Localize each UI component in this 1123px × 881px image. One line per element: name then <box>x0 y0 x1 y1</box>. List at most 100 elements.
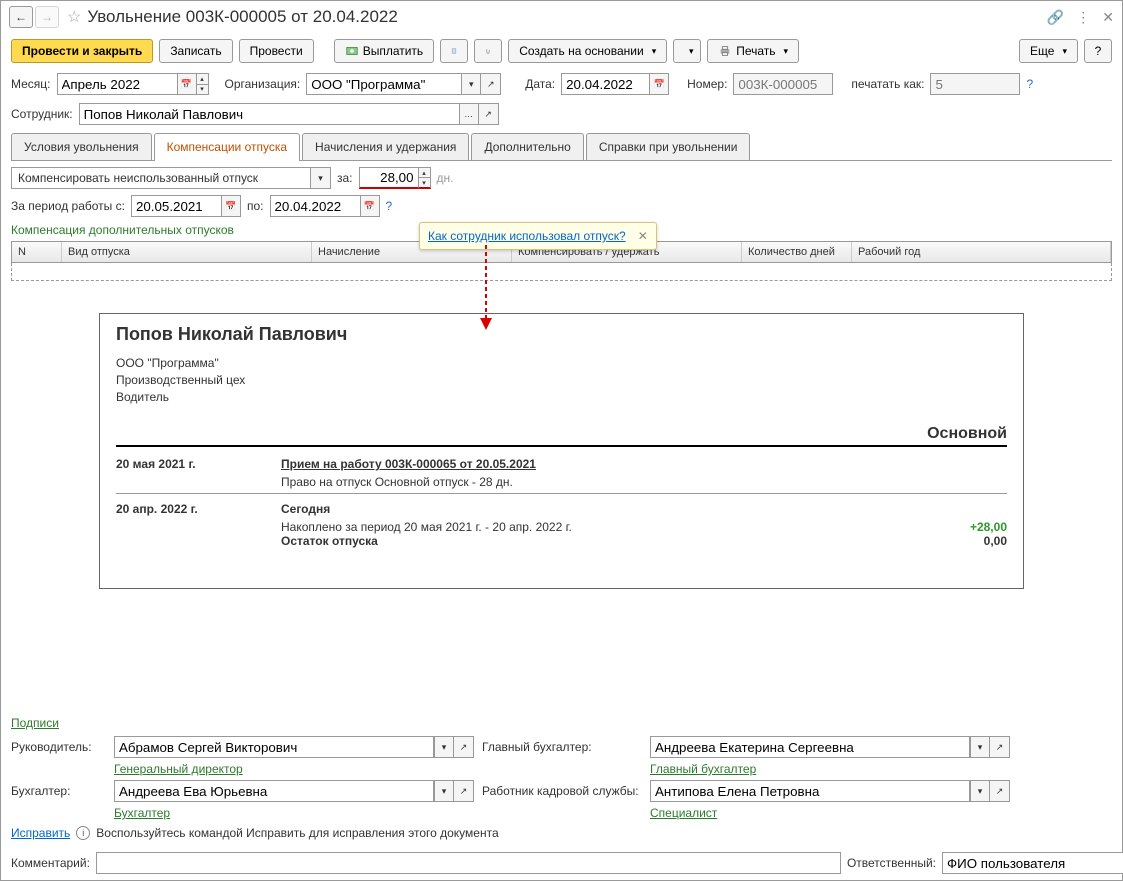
period-from-label: За период работы с: <box>11 199 125 213</box>
kebab-menu-icon[interactable]: ⋮ <box>1076 9 1090 26</box>
tooltip-close-icon[interactable]: ✕ <box>638 229 648 243</box>
acc-dd-icon[interactable]: ▾ <box>434 780 454 802</box>
chief-acc-open-icon[interactable]: ↗ <box>990 736 1010 758</box>
acc-open-icon[interactable]: ↗ <box>454 780 474 802</box>
tab-additional[interactable]: Дополнительно <box>471 133 583 160</box>
employee-input[interactable] <box>79 103 459 125</box>
document-icon-button[interactable] <box>440 39 468 63</box>
nav-forward-button[interactable]: → <box>35 6 59 28</box>
acc-role-link[interactable]: Бухгалтер <box>114 806 474 820</box>
money-icon <box>345 44 359 58</box>
manager-role-link[interactable]: Генеральный директор <box>114 762 474 776</box>
report-position: Водитель <box>116 389 1007 406</box>
nav-back-button[interactable]: ← <box>9 6 33 28</box>
hr-dd-icon[interactable]: ▾ <box>970 780 990 802</box>
days-down-icon[interactable]: ▾ <box>419 178 430 187</box>
manager-open-icon[interactable]: ↗ <box>454 736 474 758</box>
report-date1: 20 мая 2021 г. <box>116 457 281 471</box>
tab-conditions[interactable]: Условия увольнения <box>11 133 152 160</box>
fix-link[interactable]: Исправить <box>11 826 70 840</box>
create-based-button[interactable]: Создать на основании <box>508 39 667 63</box>
org-input[interactable] <box>306 73 461 95</box>
signatures-toggle[interactable]: Подписи <box>11 716 1112 730</box>
hr-input[interactable] <box>650 780 970 802</box>
col-days: Количество дней <box>742 242 852 262</box>
employee-label: Сотрудник: <box>11 107 73 121</box>
acc-input[interactable] <box>114 780 434 802</box>
period-from-input[interactable] <box>131 195 221 217</box>
col-year: Рабочий год <box>852 242 1111 262</box>
compensation-mode-select[interactable]: Компенсировать неиспользованный отпуск <box>11 167 311 189</box>
save-button[interactable]: Записать <box>159 39 232 63</box>
col-type: Вид отпуска <box>62 242 312 262</box>
month-input[interactable] <box>57 73 177 95</box>
info-icon: i <box>76 826 90 840</box>
report-accum-label: Накоплено за период 20 мая 2021 г. - 20 … <box>281 520 572 534</box>
hr-role-link[interactable]: Специалист <box>650 806 1010 820</box>
comment-input[interactable] <box>96 852 841 874</box>
col-n: N <box>12 242 62 262</box>
month-down-icon[interactable]: ▾ <box>197 85 208 95</box>
favorite-star-icon[interactable]: ☆ <box>67 7 81 27</box>
vacation-report: Попов Николай Павлович ООО "Программа" П… <box>99 313 1024 589</box>
tab-accruals[interactable]: Начисления и удержания <box>302 133 469 160</box>
post-button[interactable]: Провести <box>239 39 314 63</box>
payout-button[interactable]: Выплатить <box>334 39 435 63</box>
hr-label: Работник кадровой службы: <box>482 784 642 798</box>
period-to-input[interactable] <box>270 195 360 217</box>
grid-body[interactable] <box>11 263 1112 281</box>
report-date2: 20 апр. 2022 г. <box>116 502 281 516</box>
compensation-mode-dd-icon[interactable]: ▾ <box>311 167 331 189</box>
tab-compensation[interactable]: Компенсации отпуска <box>154 133 300 160</box>
period-to-label: по: <box>247 199 264 213</box>
org-label: Организация: <box>225 77 301 91</box>
org-dd-icon[interactable]: ▾ <box>461 73 481 95</box>
chief-acc-label: Главный бухгалтер: <box>482 740 642 754</box>
date-calendar-icon[interactable]: 📅 <box>649 73 669 95</box>
report-dept: Производственный цех <box>116 372 1007 389</box>
days-unit: дн. <box>437 171 454 185</box>
manager-dd-icon[interactable]: ▾ <box>434 736 454 758</box>
tab-references[interactable]: Справки при увольнении <box>586 133 751 160</box>
period-from-calendar-icon[interactable]: 📅 <box>221 195 241 217</box>
vacation-usage-link[interactable]: Как сотрудник использовал отпуск? <box>428 229 626 243</box>
responsible-input[interactable] <box>942 852 1123 874</box>
help-button[interactable]: ? <box>1084 39 1112 63</box>
vacation-usage-tooltip: Как сотрудник использовал отпуск? ✕ <box>419 222 657 250</box>
month-up-icon[interactable]: ▴ <box>197 74 208 85</box>
printer-icon <box>718 44 732 58</box>
days-up-icon[interactable]: ▴ <box>419 168 430 178</box>
folder-dd-button[interactable] <box>673 39 701 63</box>
hr-open-icon[interactable]: ↗ <box>990 780 1010 802</box>
report-balance-value: 0,00 <box>984 534 1007 548</box>
chief-acc-input[interactable] <box>650 736 970 758</box>
print-button[interactable]: Печать <box>707 39 799 63</box>
org-open-icon[interactable]: ↗ <box>481 73 501 95</box>
attachment-button[interactable] <box>474 39 502 63</box>
report-event2: Сегодня <box>281 502 330 516</box>
post-and-close-button[interactable]: Провести и закрыть <box>11 39 153 63</box>
month-calendar-icon[interactable]: 📅 <box>177 73 197 95</box>
report-event1: Прием на работу 003К-000065 от 20.05.202… <box>281 457 536 471</box>
employee-open-icon[interactable]: ↗ <box>479 103 499 125</box>
number-input <box>733 73 833 95</box>
report-employee-name: Попов Николай Павлович <box>116 324 1007 345</box>
print-as-help-icon[interactable]: ? <box>1026 77 1033 91</box>
report-balance-label: Остаток отпуска <box>281 534 378 548</box>
period-help-icon[interactable]: ? <box>386 199 393 213</box>
close-icon[interactable]: ✕ <box>1102 9 1114 26</box>
more-button[interactable]: Еще <box>1019 39 1078 63</box>
document-icon <box>451 44 457 58</box>
titlebar: ← → ☆ Увольнение 003К-000005 от 20.04.20… <box>1 1 1122 33</box>
link-icon[interactable]: 🔗 <box>1047 9 1064 26</box>
employee-select-icon[interactable]: … <box>459 103 479 125</box>
chief-acc-role-link[interactable]: Главный бухгалтер <box>650 762 1010 776</box>
report-section: Основной <box>116 425 1007 447</box>
chief-acc-dd-icon[interactable]: ▾ <box>970 736 990 758</box>
period-to-calendar-icon[interactable]: 📅 <box>360 195 380 217</box>
date-label: Дата: <box>525 77 555 91</box>
manager-input[interactable] <box>114 736 434 758</box>
date-input[interactable] <box>561 73 649 95</box>
month-label: Месяц: <box>11 77 51 91</box>
days-input[interactable] <box>359 167 419 189</box>
